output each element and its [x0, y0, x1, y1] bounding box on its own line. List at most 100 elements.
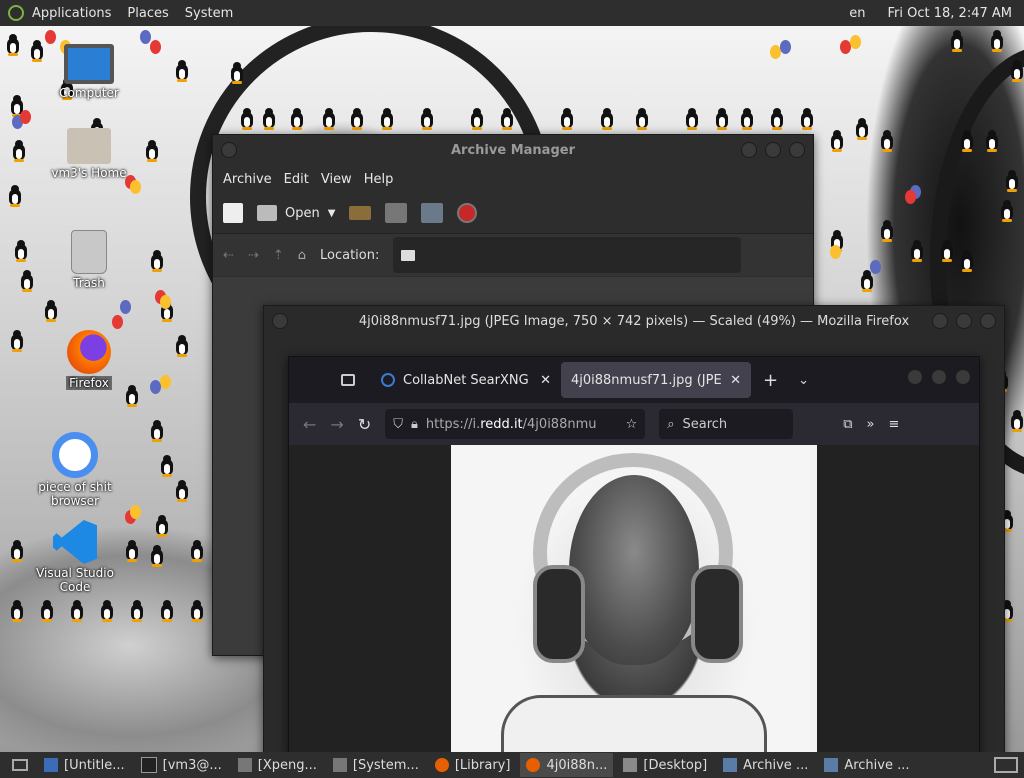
system-menu[interactable]: System: [177, 6, 241, 21]
menu-archive[interactable]: Archive: [217, 172, 278, 187]
task-archive-1[interactable]: Archive ...: [717, 753, 814, 777]
penguin-icon: [290, 108, 304, 130]
tab-searxng[interactable]: CollabNet SearXNG ✕: [371, 362, 561, 398]
hamburger-menu-icon[interactable]: ≡: [888, 417, 899, 432]
balloon-icon: [905, 190, 916, 204]
applications-menu[interactable]: Applications: [24, 6, 119, 21]
folder-icon: [401, 249, 416, 261]
add-folder-icon[interactable]: [421, 203, 444, 223]
right-earcup: [691, 565, 743, 663]
desktop-icon-label: Trash: [73, 276, 105, 290]
minimize-button[interactable]: [741, 142, 757, 158]
up-arrow-icon[interactable]: ⇡: [273, 248, 284, 263]
left-earcup: [533, 565, 585, 663]
workspace-switcher-icon[interactable]: [994, 757, 1018, 773]
window-menu-icon[interactable]: [221, 142, 237, 158]
mate-logo-icon[interactable]: [8, 5, 24, 21]
penguin-icon: [960, 250, 974, 272]
firefox-desktop-icon[interactable]: Firefox: [34, 330, 144, 390]
chromium-desktop-icon[interactable]: piece of shit browser: [20, 432, 130, 508]
stop-icon[interactable]: [457, 203, 478, 223]
trash-desktop-icon[interactable]: Trash: [34, 230, 144, 290]
balloon-icon: [112, 315, 123, 329]
back-arrow-icon[interactable]: ⇠: [223, 248, 234, 263]
show-desktop-icon[interactable]: [12, 759, 28, 771]
task-system[interactable]: [System...: [327, 753, 425, 777]
tab-overview-icon[interactable]: [341, 374, 355, 386]
list-tabs-chevron-icon[interactable]: ⌄: [798, 373, 809, 388]
window-menu-icon[interactable]: [272, 313, 288, 329]
task-image[interactable]: 4j0i88n...: [520, 753, 614, 777]
minimize-button[interactable]: [932, 313, 948, 329]
bookmark-star-icon[interactable]: ☆: [626, 417, 638, 432]
minimize-button[interactable]: [907, 369, 923, 385]
url-bar[interactable]: ⛉ 🔒︎ https://i.redd.it/4j0i88nmu ☆: [385, 409, 646, 439]
lock-icon[interactable]: 🔒︎: [411, 417, 418, 432]
places-menu[interactable]: Places: [119, 6, 176, 21]
image-window-titlebar[interactable]: 4j0i88nmusf71.jpg (JPEG Image, 750 × 742…: [264, 306, 1004, 336]
home-folder-desktop-icon[interactable]: vm3's Home: [34, 128, 144, 180]
close-button[interactable]: [789, 142, 805, 158]
top-panel: Applications Places System en Fri Oct 18…: [0, 0, 1024, 26]
new-tab-icon[interactable]: +: [763, 370, 778, 391]
maximize-button[interactable]: [956, 313, 972, 329]
penguin-icon: [600, 108, 614, 130]
penguin-icon: [940, 240, 954, 262]
close-button[interactable]: [980, 313, 996, 329]
balloon-icon: [20, 110, 31, 124]
clock[interactable]: Fri Oct 18, 2:47 AM: [888, 6, 1012, 21]
task-terminal[interactable]: [vm3@...: [135, 753, 228, 777]
forward-icon[interactable]: →: [330, 415, 343, 434]
forward-arrow-icon[interactable]: ⇢: [248, 248, 259, 263]
balloon-icon: [120, 300, 131, 314]
location-field[interactable]: [393, 237, 742, 273]
close-tab-icon[interactable]: ✕: [540, 373, 551, 388]
new-archive-icon[interactable]: [223, 203, 243, 223]
penguin-icon: [44, 300, 58, 322]
penguin-icon: [175, 335, 189, 357]
chevron-down-icon[interactable]: ▼: [328, 208, 336, 219]
home-folder-icon: [67, 128, 111, 164]
firefox-icon: [67, 330, 111, 374]
add-files-icon[interactable]: [385, 203, 408, 223]
balloon-icon: [150, 40, 161, 54]
vscode-desktop-icon[interactable]: Visual Studio Code: [20, 520, 130, 594]
close-tab-icon[interactable]: ✕: [730, 373, 741, 388]
window-icon: [332, 758, 347, 772]
reload-icon[interactable]: ↻: [358, 415, 371, 434]
shield-icon[interactable]: ⛉: [393, 417, 403, 432]
home-icon[interactable]: ⌂: [298, 248, 306, 263]
extensions-icon[interactable]: ⧉: [843, 417, 852, 432]
archive-titlebar[interactable]: Archive Manager: [213, 135, 813, 165]
archive-icon: [824, 758, 839, 772]
overflow-menu-icon[interactable]: »: [867, 417, 875, 432]
task-xpeng[interactable]: [Xpeng...: [232, 753, 323, 777]
maximize-button[interactable]: [931, 369, 947, 385]
close-button[interactable]: [955, 369, 971, 385]
balloon-icon: [160, 295, 171, 309]
task-untitled[interactable]: [Untitle...: [38, 753, 131, 777]
menu-view[interactable]: View: [315, 172, 358, 187]
archive-menubar: Archive Edit View Help: [213, 165, 813, 193]
tab-image[interactable]: 4j0i88nmusf71.jpg (JPEG I ✕: [561, 362, 751, 398]
open-folder-icon: [257, 205, 277, 221]
task-archive-2[interactable]: Archive ...: [818, 753, 915, 777]
firefox-icon: [526, 758, 541, 772]
search-input[interactable]: ⌕ Search: [659, 409, 794, 439]
task-desktop[interactable]: [Desktop]: [617, 753, 713, 777]
displayed-image[interactable]: [451, 445, 817, 757]
menu-edit[interactable]: Edit: [278, 172, 315, 187]
back-icon[interactable]: ←: [303, 415, 316, 434]
navigation-bar: ← → ↻ ⛉ 🔒︎ https://i.redd.it/4j0i88nmu ☆…: [289, 403, 979, 445]
task-library[interactable]: [Library]: [429, 753, 517, 777]
penguin-icon: [380, 108, 394, 130]
keyboard-layout-indicator[interactable]: en: [849, 6, 865, 21]
open-button[interactable]: Open ▼: [257, 205, 335, 221]
page-content: [289, 445, 979, 757]
chromium-icon: [52, 432, 98, 478]
menu-help[interactable]: Help: [358, 172, 400, 187]
maximize-button[interactable]: [765, 142, 781, 158]
penguin-icon: [14, 240, 28, 262]
computer-desktop-icon[interactable]: Computer: [34, 44, 144, 100]
extract-icon[interactable]: [349, 206, 372, 220]
